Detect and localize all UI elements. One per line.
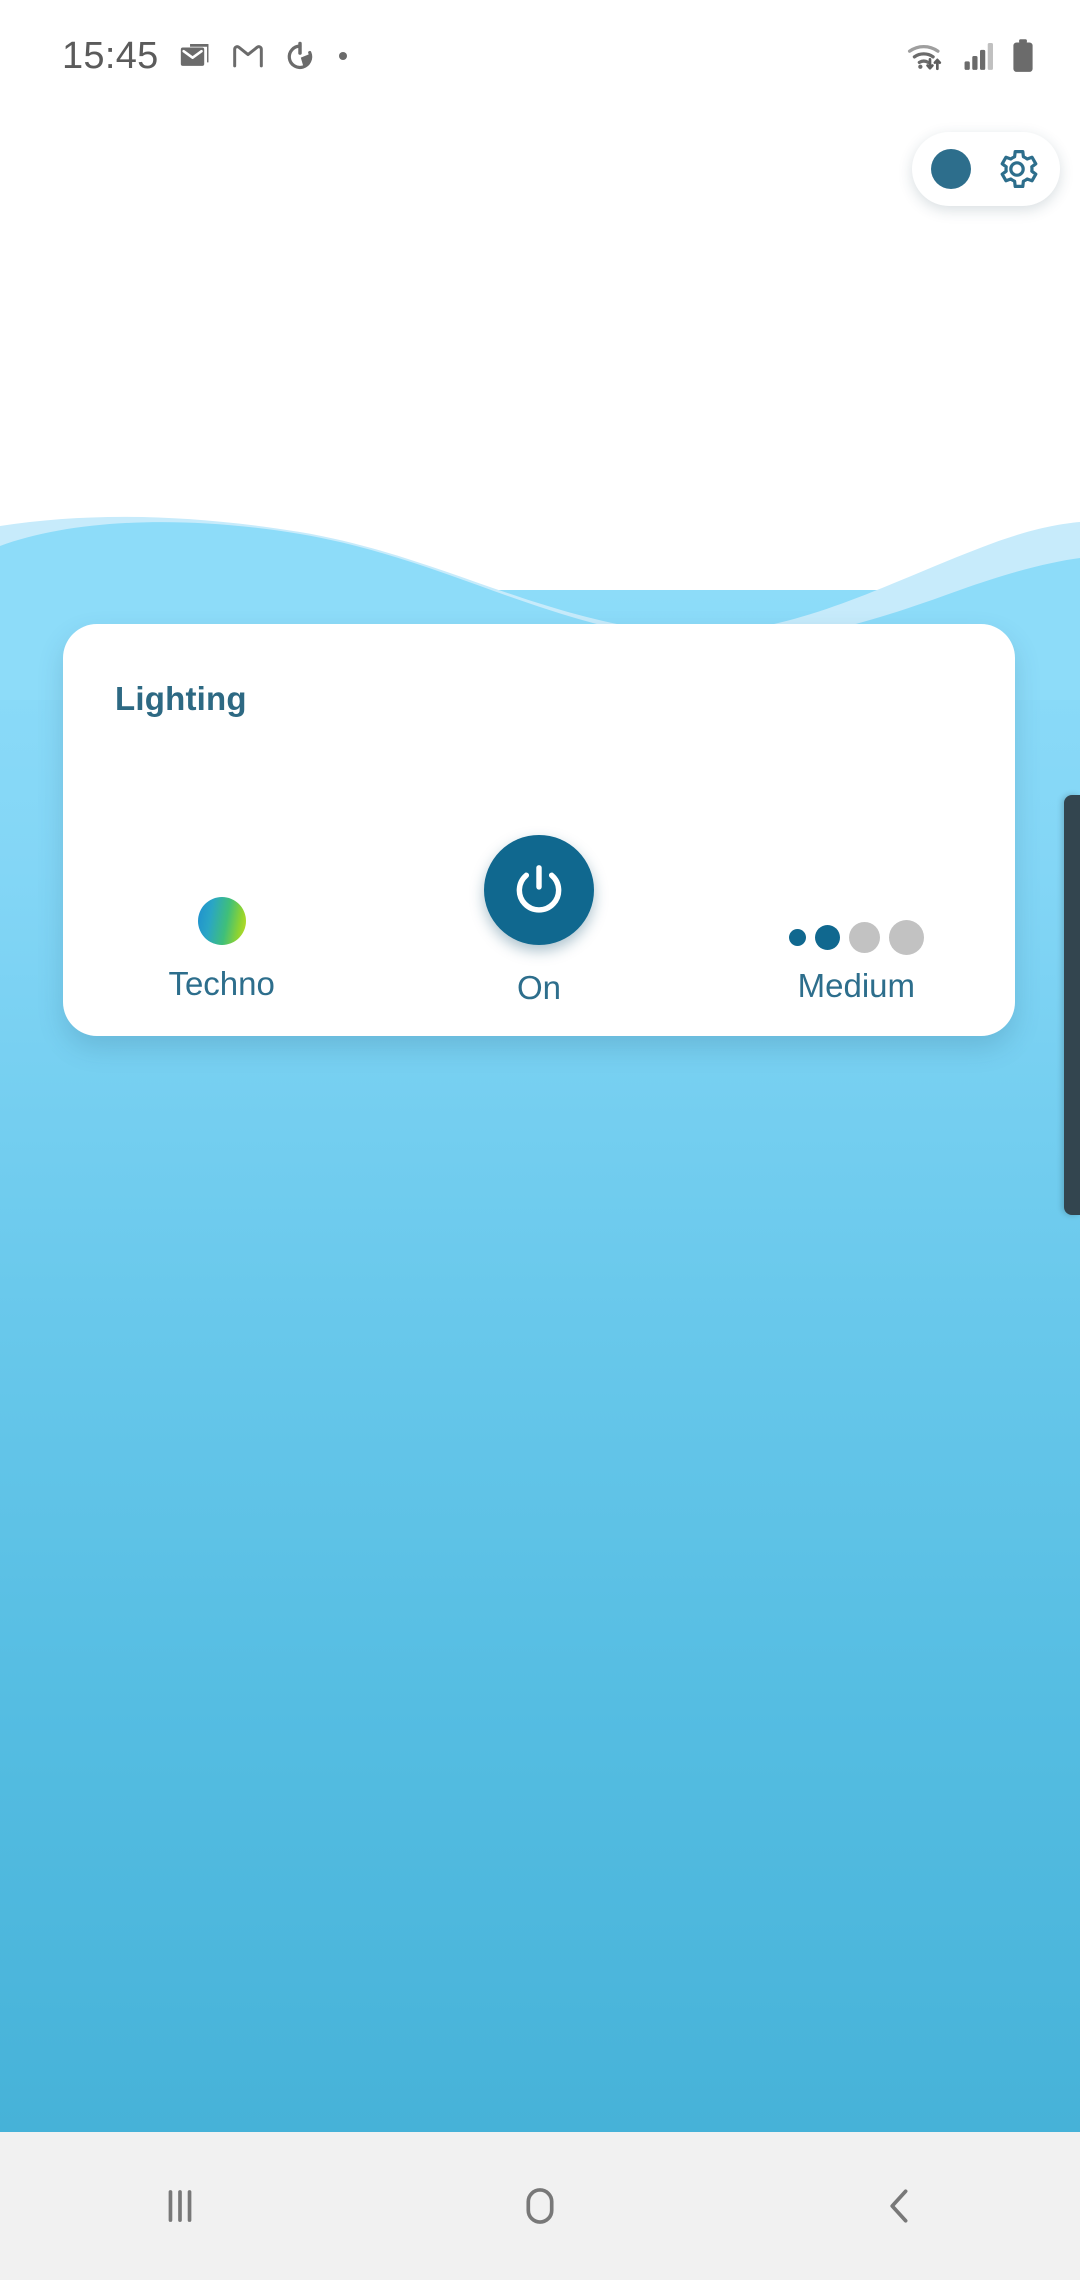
- navigation-bar: [0, 2132, 1080, 2280]
- power-label: On: [516, 969, 561, 1006]
- brightness-dot-3[interactable]: [848, 921, 880, 953]
- brightness-dot-1[interactable]: [788, 928, 806, 946]
- phone-screen: 15:45 Lighting Techno On Medium: [0, 0, 1080, 2280]
- connection-status-dot: [931, 149, 971, 189]
- power-control[interactable]: On: [380, 784, 697, 1004]
- gmail-icon: [232, 45, 263, 68]
- card-title: Lighting: [115, 680, 247, 717]
- status-clock: 15:45: [62, 35, 159, 77]
- back-button[interactable]: [720, 2132, 1080, 2280]
- power-saving-icon: [287, 41, 312, 70]
- status-bar: 15:45: [0, 0, 1080, 112]
- status-bar-left: 15:45: [62, 37, 351, 75]
- gear-icon[interactable]: [993, 145, 1041, 193]
- scene-color-swatch[interactable]: [197, 897, 246, 945]
- settings-pill[interactable]: [912, 132, 1060, 206]
- brightness-dot-4[interactable]: [888, 919, 924, 955]
- brightness-label: Medium: [797, 967, 915, 1004]
- power-icon: [516, 865, 562, 913]
- brightness-dot-2[interactable]: [814, 924, 840, 950]
- scene-label: Techno: [168, 965, 275, 1002]
- cellular-signal-icon: [964, 43, 993, 70]
- lighting-card: Lighting Techno On Medium: [63, 624, 1015, 1036]
- scene-control[interactable]: Techno: [63, 784, 380, 1004]
- recents-icon: [168, 2190, 192, 2222]
- recents-button[interactable]: [0, 2132, 360, 2280]
- brightness-level-dots[interactable]: [788, 919, 924, 955]
- card-controls: Techno On Medium: [63, 784, 1015, 1004]
- home-button[interactable]: [360, 2132, 720, 2280]
- wifi-icon: [907, 44, 942, 71]
- power-toggle-button[interactable]: [483, 835, 594, 945]
- back-icon: [890, 2189, 908, 2223]
- brightness-control[interactable]: Medium: [698, 784, 1015, 1004]
- battery-icon: [1013, 39, 1033, 72]
- home-icon: [526, 2188, 554, 2224]
- email-icon: [180, 43, 209, 66]
- vertical-scrollbar[interactable]: [1064, 795, 1080, 1215]
- more-notifications-dot-icon: [338, 52, 347, 60]
- status-bar-right: [906, 38, 1036, 74]
